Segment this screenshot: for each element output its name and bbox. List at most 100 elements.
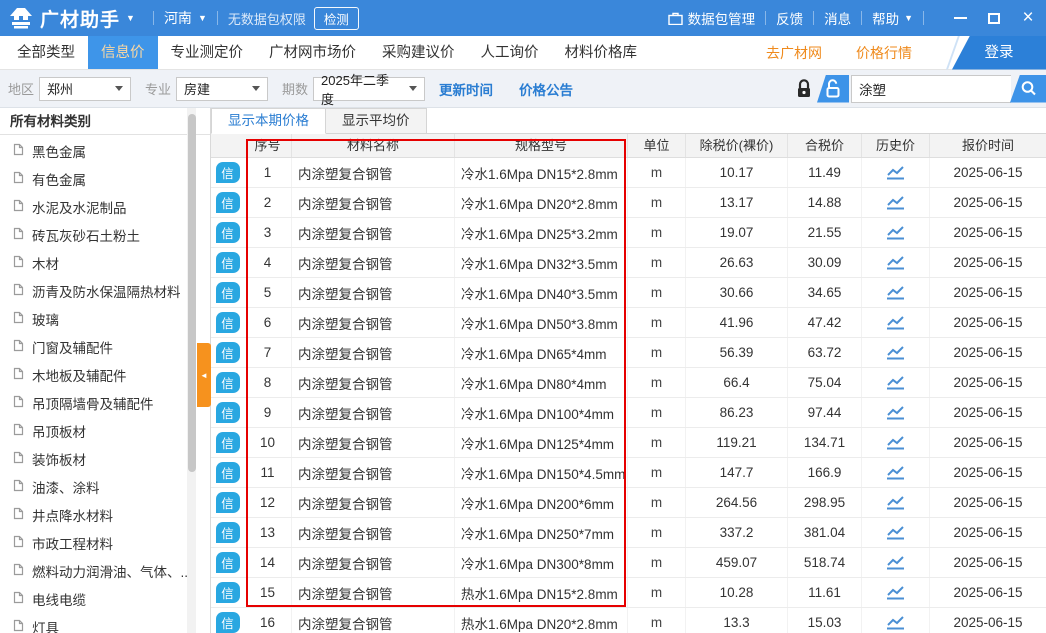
sidebar-item[interactable]: 木地板及辅配件 [0, 361, 210, 389]
history-chart-icon[interactable] [885, 465, 906, 481]
sidebar-item[interactable]: 装饰板材 [0, 445, 210, 473]
province-selector[interactable]: 河南 ▼ [164, 8, 207, 28]
history-chart-icon[interactable] [885, 345, 906, 361]
datapack-manage-button[interactable]: 数据包管理 [668, 8, 756, 28]
lock-closed-icon[interactable] [794, 78, 814, 100]
search-input[interactable] [851, 75, 1011, 103]
info-badge[interactable]: 信 [216, 192, 240, 213]
sidebar-item[interactable]: 水泥及水泥制品 [0, 193, 210, 221]
nav-tab-全部类型[interactable]: 全部类型 [4, 36, 88, 69]
cell-quote-date: 2025-06-15 [930, 248, 1046, 277]
sidebar-item[interactable]: 油漆、涂料 [0, 473, 210, 501]
price-notice-link[interactable]: 价格公告 [519, 79, 573, 99]
nav-tab-信息价[interactable]: 信息价 [88, 36, 158, 69]
sidebar-item-label: 市政工程材料 [32, 533, 113, 553]
sidebar-collapse-handle[interactable]: ◄ [197, 343, 211, 407]
info-badge[interactable]: 信 [216, 162, 240, 183]
sidebar-item[interactable]: 沥青及防水保温隔热材料 [0, 277, 210, 305]
sidebar-item[interactable]: 电线电缆 [0, 585, 210, 613]
nav-tab-人工询价[interactable]: 人工询价 [468, 36, 552, 69]
history-chart-icon[interactable] [885, 255, 906, 271]
info-badge[interactable]: 信 [216, 462, 240, 483]
badge-cell: 信 [211, 368, 244, 397]
history-chart-icon[interactable] [885, 615, 906, 631]
region-select[interactable]: 郑州 [39, 77, 131, 101]
sidebar-item[interactable]: 吊顶隔墙骨及辅配件 [0, 389, 210, 417]
info-badge[interactable]: 信 [216, 252, 240, 273]
sidebar-item[interactable]: 吊顶板材 [0, 417, 210, 445]
price-table-panel: 显示本期价格显示平均价 序号材料名称规格型号单位除税价(裸价)合税价历史价报价时… [211, 108, 1046, 633]
price-trend-link[interactable]: 价格行情 [856, 43, 912, 63]
history-chart-icon[interactable] [885, 585, 906, 601]
info-badge[interactable]: 信 [216, 612, 240, 633]
header-cell: 规格型号 [455, 134, 628, 157]
table-row: 信15内涂塑复合钢管热水1.6Mpa DN15*2.8mmm10.2811.61… [211, 578, 1046, 608]
history-chart-icon[interactable] [885, 405, 906, 421]
cell-unit: m [628, 338, 686, 367]
cell-spec: 热水1.6Mpa DN20*2.8mm [455, 608, 628, 633]
sidebar-item[interactable]: 门窗及辅配件 [0, 333, 210, 361]
info-badge[interactable]: 信 [216, 522, 240, 543]
detect-button[interactable]: 检测 [314, 7, 359, 30]
info-badge[interactable]: 信 [216, 402, 240, 423]
cell-serial: 1 [244, 158, 292, 187]
sidebar-scrollbar-thumb[interactable] [188, 114, 196, 472]
nav-tab-采购建议价[interactable]: 采购建议价 [369, 36, 468, 69]
history-chart-icon[interactable] [885, 195, 906, 211]
view-tab-显示平均价[interactable]: 显示平均价 [326, 108, 427, 133]
sidebar-item[interactable]: 砖瓦灰砂石土粉土 [0, 221, 210, 249]
content-area: 所有材料类别 黑色金属有色金属水泥及水泥制品砖瓦灰砂石土粉土木材沥青及防水保温隔… [0, 108, 1046, 633]
history-chart-icon[interactable] [885, 555, 906, 571]
info-badge[interactable]: 信 [216, 582, 240, 603]
sidebar-item[interactable]: 井点降水材料 [0, 501, 210, 529]
sidebar-item[interactable]: 玻璃 [0, 305, 210, 333]
history-chart-icon[interactable] [885, 165, 906, 181]
app-menu-caret-icon[interactable]: ▼ [126, 13, 135, 23]
major-select[interactable]: 房建 [176, 77, 268, 101]
help-menu[interactable]: 帮助 ▼ [872, 8, 913, 28]
history-chart-icon[interactable] [885, 495, 906, 511]
update-time-link[interactable]: 更新时间 [439, 79, 493, 99]
minimize-button[interactable] [952, 10, 968, 26]
period-select[interactable]: 2025年二季度 [313, 77, 425, 101]
feedback-button[interactable]: 反馈 [776, 8, 803, 28]
sidebar-item[interactable]: 木材 [0, 249, 210, 277]
cell-serial: 2 [244, 188, 292, 217]
cell-material-name: 内涂塑复合钢管 [292, 158, 455, 187]
nav-tab-材料价格库[interactable]: 材料价格库 [552, 36, 651, 69]
sidebar-item[interactable]: 有色金属 [0, 165, 210, 193]
badge-cell: 信 [211, 458, 244, 487]
nav-tab-广材网市场价[interactable]: 广材网市场价 [256, 36, 369, 69]
lock-open-toggle[interactable] [817, 75, 849, 103]
history-chart-icon[interactable] [885, 315, 906, 331]
info-badge[interactable]: 信 [216, 282, 240, 303]
sidebar-item[interactable]: 黑色金属 [0, 137, 210, 165]
sidebar-item[interactable]: 市政工程材料 [0, 529, 210, 557]
history-chart-icon[interactable] [885, 435, 906, 451]
info-badge[interactable]: 信 [216, 372, 240, 393]
goto-guangcai-link[interactable]: 去广材网 [766, 43, 822, 63]
sidebar-item[interactable]: 灯具 [0, 613, 210, 633]
info-badge[interactable]: 信 [216, 492, 240, 513]
history-chart-icon[interactable] [885, 225, 906, 241]
sidebar-item[interactable]: 燃料动力润滑油、气体、... [0, 557, 210, 585]
view-tab-显示本期价格[interactable]: 显示本期价格 [211, 108, 326, 134]
maximize-button[interactable] [986, 10, 1002, 26]
sidebar-item-label: 有色金属 [32, 169, 86, 189]
history-chart-icon[interactable] [885, 525, 906, 541]
badge-cell: 信 [211, 488, 244, 517]
badge-cell: 信 [211, 608, 244, 633]
history-chart-icon[interactable] [885, 375, 906, 391]
search-button[interactable] [1010, 75, 1046, 103]
info-badge[interactable]: 信 [216, 552, 240, 573]
cell-history [862, 218, 930, 247]
nav-tab-专业测定价[interactable]: 专业测定价 [158, 36, 257, 69]
message-button[interactable]: 消息 [824, 8, 851, 28]
info-badge[interactable]: 信 [216, 222, 240, 243]
info-badge[interactable]: 信 [216, 432, 240, 453]
info-badge[interactable]: 信 [216, 342, 240, 363]
login-button[interactable]: 登录 [952, 36, 1046, 70]
history-chart-icon[interactable] [885, 285, 906, 301]
close-button[interactable]: × [1020, 10, 1036, 26]
info-badge[interactable]: 信 [216, 312, 240, 333]
